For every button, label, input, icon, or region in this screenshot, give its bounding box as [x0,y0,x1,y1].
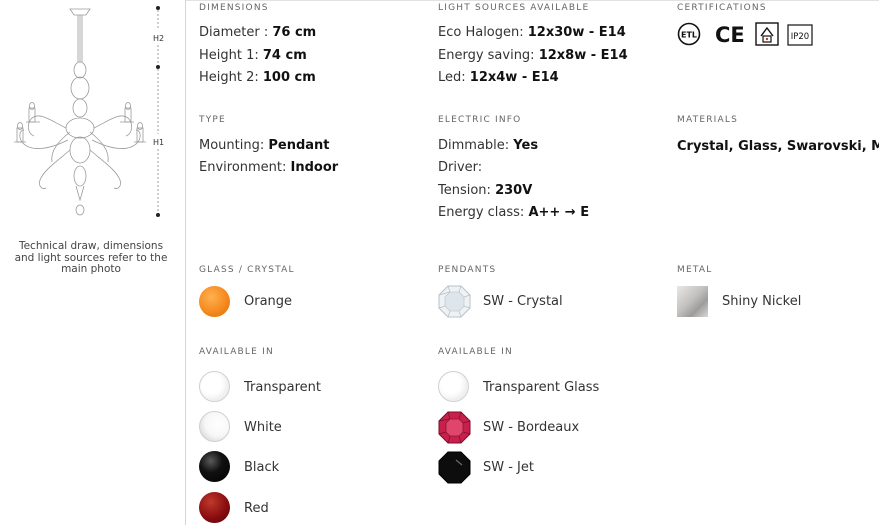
pendant-option-jet-label[interactable]: SW - Jet [483,460,534,475]
electric-dimmable: Dimmable: Yes [438,138,539,153]
glass-option-red-swatch[interactable] [199,492,230,523]
pendant-option-transparent-glass-swatch[interactable] [438,371,469,402]
pendants-heading: PENDANTS [438,265,497,275]
glass-option-black-swatch[interactable] [199,451,230,482]
materials-value: Crystal, Glass, Swarovski, Metal [677,139,879,154]
glass-option-transparent-swatch[interactable] [199,371,230,402]
pendant-option-bordeaux-label[interactable]: SW - Bordeaux [483,420,579,435]
product-specs: DIMENSIONS Diameter : 76 cm Height 1: 74… [186,0,879,525]
pendant-option-transparent-glass-label[interactable]: Transparent Glass [483,380,599,395]
light-source-eco-halogen: Eco Halogen: 12x30w - E14 [438,25,626,40]
h1-label: H1 [153,138,164,147]
certifications-heading: CERTIFICATIONS [677,3,767,13]
dimensions-heading: DIMENSIONS [199,3,269,13]
pendants-available-heading: AVAILABLE IN [438,347,513,357]
pendant-option-bordeaux-swatch[interactable] [438,411,471,444]
glass-crystal-heading: GLASS / CRYSTAL [199,265,295,275]
materials-heading: MATERIALS [677,115,738,125]
pendant-option-jet-swatch[interactable] [438,451,471,484]
metal-selected-swatch[interactable] [677,286,708,317]
svg-text:CE: CE [715,23,745,46]
h2-label: H2 [153,34,164,43]
ce-icon: CE [715,23,745,46]
type-heading: TYPE [199,115,226,125]
technical-drawing-panel: H2 H1 Technical draw, dimensions and lig… [0,0,186,525]
type-mounting: Mounting: Pendant [199,138,330,153]
svg-text:IP20: IP20 [791,32,809,42]
light-source-energy-saving: Energy saving: 12x8w - E14 [438,48,628,63]
electric-driver: Driver: [438,160,483,175]
svg-text:ETL: ETL [681,31,697,40]
glass-option-transparent-label[interactable]: Transparent [244,380,321,395]
light-source-led: Led: 12x4w - E14 [438,70,559,85]
electric-info-heading: ELECTRIC INFO [438,115,522,125]
class-ii-icon [755,22,779,46]
ip20-icon: IP20 [787,24,813,46]
light-sources-heading: LIGHT SOURCES AVAILABLE [438,3,590,13]
drawing-caption: Technical draw, dimensions and light sou… [14,240,168,275]
dimension-height-1: Height 1: 74 cm [199,48,307,63]
glass-selected-label: Orange [244,294,293,309]
electric-tension: Tension: 230V [438,183,533,198]
pendant-selected-label: SW - Crystal [483,294,563,309]
type-environment: Environment: Indoor [199,160,339,175]
etl-icon: ETL [677,22,701,46]
metal-heading: METAL [677,265,713,275]
dimension-height-2: Height 2: 100 cm [199,70,316,85]
glass-selected-swatch[interactable] [199,286,230,317]
top-divider [186,0,879,1]
electric-energy-class: Energy class: A++ → E [438,205,590,220]
glass-option-black-label[interactable]: Black [244,460,279,475]
glass-option-red-label[interactable]: Red [244,501,269,516]
glass-option-white-swatch[interactable] [199,411,230,442]
metal-selected-label: Shiny Nickel [722,294,802,309]
crystal-pendant-swatch[interactable] [438,285,471,318]
dimension-diameter: Diameter : 76 cm [199,25,317,40]
glass-available-heading: AVAILABLE IN [199,347,274,357]
glass-option-white-label[interactable]: White [244,420,282,435]
chandelier-technical-drawing: H2 H1 [14,6,164,217]
